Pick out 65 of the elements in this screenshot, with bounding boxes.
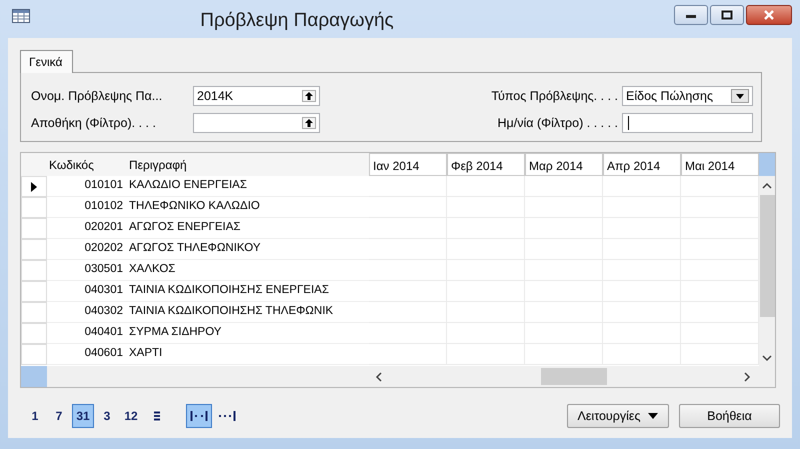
table-cell: 040301	[47, 281, 127, 302]
table-cell: ΑΓΩΓΟΣ ΕΝΕΡΓΕΙΑΣ	[127, 218, 369, 239]
table-cell: ΑΓΩΓΟΣ ΤΗΛΕΦΩΝΙΚΟΥ	[127, 239, 369, 260]
period-button[interactable]: 31	[72, 404, 94, 428]
grid-corner	[759, 153, 775, 176]
table-cell: 010101	[47, 176, 127, 197]
column-header[interactable]: Φεβ 2014	[447, 153, 525, 176]
table-cell: ΤΑΙΝΙΑ ΚΩΔΙΚΟΠΟΙΗΣΗΣ ΤΗΛΕΦΩΝΙΚ	[127, 302, 369, 323]
field-label: Ονομ. Πρόβλεψης Πα...	[31, 88, 164, 102]
scroll-right-icon[interactable]	[743, 372, 751, 382]
net-change-button[interactable]	[186, 404, 212, 428]
period-button[interactable]: 1	[24, 404, 46, 428]
grid-corner	[21, 366, 47, 387]
close-icon	[763, 10, 775, 20]
table-cell: ΣΥΡΜΑ ΣΙΔΗΡΟΥ	[127, 323, 369, 344]
input-field[interactable]: 2014K	[193, 86, 320, 106]
functions-menu-button[interactable]: Λειτουργίες	[567, 404, 669, 428]
range-icon	[190, 411, 208, 421]
table-cell: ΤΑΙΝΙΑ ΚΩΔΙΚΟΠΟΙΗΣΗΣ ΕΝΕΡΓΕΙΑΣ	[127, 281, 369, 302]
dropdown-field[interactable]: Είδος Πώλησης	[622, 86, 753, 106]
table-cell: ΧΑΛΚΟΣ	[127, 260, 369, 281]
input-field[interactable]	[193, 112, 320, 132]
input-field[interactable]	[622, 112, 753, 132]
table-icon	[12, 9, 30, 23]
period-button[interactable]: 7	[48, 404, 70, 428]
stacked-lines-icon	[154, 411, 160, 421]
scroll-down-icon[interactable]	[762, 354, 772, 362]
table-cell: 030501	[47, 260, 127, 281]
table-cell: ΧΑΡΤΙ	[127, 344, 369, 365]
maximize-icon	[721, 10, 733, 20]
period-button[interactable]: 12	[120, 404, 142, 428]
field-label: Τύπος Πρόβλεψης. . . .	[490, 88, 619, 102]
scroll-left-icon[interactable]	[375, 372, 383, 382]
table-cell: 040601	[47, 344, 127, 365]
tab[interactable]: Γενικά	[20, 50, 74, 73]
scroll-thumb[interactable]	[541, 368, 607, 385]
help-button[interactable]: Βοήθεια	[679, 404, 780, 428]
column-header[interactable]: Ιαν 2014	[369, 153, 447, 176]
up-arrow-icon[interactable]	[302, 90, 316, 102]
table-cell: ΚΑΛΩΔΙΟ ΕΝΕΡΓΕΙΑΣ	[127, 176, 369, 197]
minimize-button[interactable]	[674, 5, 708, 25]
row-selector[interactable]	[21, 176, 47, 197]
column-header[interactable]: Μαι 2014	[681, 153, 759, 176]
maximize-button[interactable]	[710, 5, 744, 25]
dropdown-arrow-icon	[648, 413, 658, 419]
table-cell: 010102	[47, 197, 127, 218]
window-title: Πρόβλεψη Παραγωγής	[199, 10, 395, 32]
column-header[interactable]: Περιγραφή	[127, 153, 369, 176]
vertical-scrollbar[interactable]	[759, 176, 775, 366]
column-header[interactable]: Απρ 2014	[603, 153, 681, 176]
column-header[interactable]: Μαρ 2014	[525, 153, 603, 176]
table-cell: 040401	[47, 323, 127, 344]
close-button[interactable]	[746, 5, 792, 25]
table-cell: 040302	[47, 302, 127, 323]
field-label: Ημ/νία (Φίλτρο) . . . . .	[496, 116, 619, 130]
scroll-up-icon[interactable]	[762, 182, 772, 190]
up-arrow-icon[interactable]	[302, 116, 316, 128]
scroll-thumb[interactable]	[760, 195, 774, 317]
table-cell: ΤΗΛΕΦΩΝΙΚΟ ΚΑΛΩΔΙΟ	[127, 197, 369, 218]
period-button[interactable]: 3	[96, 404, 118, 428]
column-header[interactable]: Κωδικός	[47, 153, 127, 176]
table-cell: 020202	[47, 239, 127, 260]
field-label: Αποθήκη (Φίλτρο). . . .	[31, 116, 157, 130]
dotted-range-icon	[218, 411, 236, 421]
table-cell: 020201	[47, 218, 127, 239]
